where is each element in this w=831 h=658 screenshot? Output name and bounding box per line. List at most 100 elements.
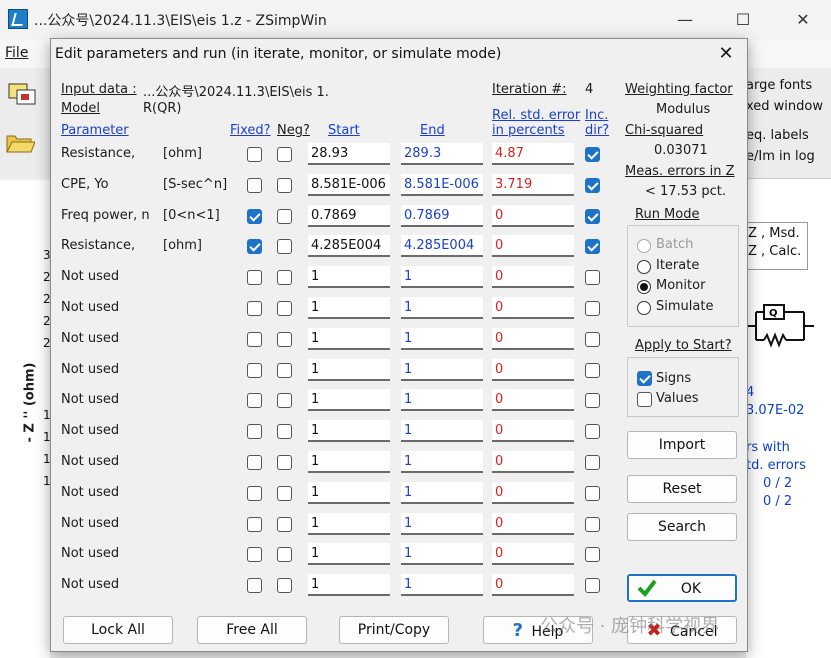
start-value-input[interactable]: 1 xyxy=(308,512,390,535)
neg-checkbox[interactable] xyxy=(277,516,292,532)
open-folder-icon[interactable] xyxy=(5,130,35,156)
inc-dir-checkbox[interactable] xyxy=(585,455,600,470)
fixed-checkbox[interactable] xyxy=(247,424,262,440)
start-value-input[interactable]: 1 xyxy=(308,266,390,289)
fixed-checkbox[interactable] xyxy=(247,301,262,316)
re-im-log-option[interactable]: e/Im in log xyxy=(746,149,815,164)
fixed-checkbox[interactable] xyxy=(247,547,262,563)
end-value-input[interactable]: 0.7869 xyxy=(401,204,483,227)
end-value-input[interactable]: 1 xyxy=(401,481,483,504)
start-value-input[interactable]: 1 xyxy=(308,574,390,597)
neg-checkbox[interactable] xyxy=(277,239,292,255)
start-value-input[interactable]: 4.285E004 xyxy=(308,235,390,258)
start-value-input[interactable]: 1 xyxy=(308,543,390,566)
inc-dir-checkbox[interactable] xyxy=(585,177,600,193)
start-value-input[interactable]: 1 xyxy=(308,451,390,473)
apply-signs-label[interactable]: Signs xyxy=(656,371,691,386)
neg-checkbox[interactable] xyxy=(277,547,292,563)
end-value-input[interactable]: 1 xyxy=(401,266,483,289)
run-mode-iterate-radio[interactable] xyxy=(637,260,651,274)
neg-checkbox[interactable] xyxy=(277,270,292,286)
start-value-input[interactable]: 28.93 xyxy=(308,143,390,165)
inc-dir-checkbox[interactable] xyxy=(585,331,600,347)
fixed-checkbox[interactable] xyxy=(247,393,262,409)
inc-dir-checkbox[interactable] xyxy=(585,393,600,409)
dialog-close-icon[interactable]: ✕ xyxy=(715,43,737,65)
fixed-window-option[interactable]: xed window xyxy=(746,99,823,114)
end-value-input[interactable]: 1 xyxy=(401,327,483,350)
start-value-input[interactable]: 1 xyxy=(308,297,390,319)
apply-values-checkbox[interactable] xyxy=(637,392,652,407)
end-value-input[interactable]: 1 xyxy=(401,358,483,381)
end-value-input[interactable]: 1 xyxy=(401,543,483,566)
run-mode-monitor-radio[interactable] xyxy=(637,280,651,294)
fixed-checkbox[interactable] xyxy=(247,147,262,162)
end-value-input[interactable]: 8.581E-006 xyxy=(401,173,483,196)
free-all-button[interactable]: Free All xyxy=(197,616,307,644)
end-value-input[interactable]: 1 xyxy=(401,451,483,473)
apply-signs-checkbox[interactable] xyxy=(637,371,652,386)
run-mode-monitor-label[interactable]: Monitor xyxy=(656,278,705,293)
neg-checkbox[interactable] xyxy=(277,301,292,316)
weighting-factor-value[interactable]: Modulus xyxy=(656,102,710,117)
end-value-input[interactable]: 1 xyxy=(401,420,483,443)
neg-checkbox[interactable] xyxy=(277,393,292,409)
end-value-input[interactable]: 1 xyxy=(401,297,483,319)
inc-dir-checkbox[interactable] xyxy=(585,516,600,532)
start-value-input[interactable]: 1 xyxy=(308,327,390,350)
inc-dir-checkbox[interactable] xyxy=(585,578,600,594)
fixed-checkbox[interactable] xyxy=(247,208,262,224)
fixed-checkbox[interactable] xyxy=(247,578,262,594)
fixed-checkbox[interactable] xyxy=(247,362,262,378)
neg-checkbox[interactable] xyxy=(277,578,292,594)
start-value-input[interactable]: 1 xyxy=(308,389,390,412)
apply-values-label[interactable]: Values xyxy=(656,391,698,406)
inc-dir-checkbox[interactable] xyxy=(585,424,600,440)
inc-dir-checkbox[interactable] xyxy=(585,239,600,255)
import-button[interactable]: Import xyxy=(627,431,737,459)
start-value-input[interactable]: 1 xyxy=(308,358,390,381)
end-value-input[interactable]: 4.285E004 xyxy=(401,235,483,258)
inc-dir-checkbox[interactable] xyxy=(585,362,600,378)
inc-dir-checkbox[interactable] xyxy=(585,147,600,162)
import-data-icon[interactable] xyxy=(7,80,37,106)
fixed-checkbox[interactable] xyxy=(247,239,262,255)
end-value-input[interactable]: 1 xyxy=(401,574,483,597)
neg-checkbox[interactable] xyxy=(277,424,292,440)
neg-checkbox[interactable] xyxy=(277,331,292,347)
freq-labels-option[interactable]: eq. labels xyxy=(746,128,809,143)
menu-file[interactable]: File xyxy=(5,45,28,61)
lock-all-button[interactable]: Lock All xyxy=(63,616,173,644)
start-value-input[interactable]: 0.7869 xyxy=(308,204,390,227)
fixed-checkbox[interactable] xyxy=(247,331,262,347)
reset-button[interactable]: Reset xyxy=(627,475,737,503)
inc-dir-checkbox[interactable] xyxy=(585,547,600,563)
inc-dir-checkbox[interactable] xyxy=(585,301,600,316)
minimize-icon[interactable]: — xyxy=(670,8,700,32)
fixed-checkbox[interactable] xyxy=(247,270,262,286)
run-mode-simulate-radio[interactable] xyxy=(637,301,651,315)
maximize-icon[interactable]: ☐ xyxy=(728,8,758,32)
run-mode-iterate-label[interactable]: Iterate xyxy=(656,258,699,273)
fixed-checkbox[interactable] xyxy=(247,516,262,532)
neg-checkbox[interactable] xyxy=(277,485,292,501)
start-value-input[interactable]: 1 xyxy=(308,420,390,443)
end-value-input[interactable]: 1 xyxy=(401,512,483,535)
neg-checkbox[interactable] xyxy=(277,455,292,470)
ok-button[interactable]: OK xyxy=(627,574,737,602)
inc-dir-checkbox[interactable] xyxy=(585,208,600,224)
inc-dir-checkbox[interactable] xyxy=(585,270,600,286)
fixed-checkbox[interactable] xyxy=(247,455,262,470)
window-close-icon[interactable]: ✕ xyxy=(788,8,818,32)
start-value-input[interactable]: 8.581E-006 xyxy=(308,173,390,196)
run-mode-simulate-label[interactable]: Simulate xyxy=(656,299,713,314)
neg-checkbox[interactable] xyxy=(277,362,292,378)
neg-checkbox[interactable] xyxy=(277,177,292,193)
fixed-checkbox[interactable] xyxy=(247,485,262,501)
large-fonts-option[interactable]: arge fonts xyxy=(746,78,812,93)
search-button[interactable]: Search xyxy=(627,513,737,541)
end-value-input[interactable]: 1 xyxy=(401,389,483,412)
neg-checkbox[interactable] xyxy=(277,147,292,162)
neg-checkbox[interactable] xyxy=(277,208,292,224)
fixed-checkbox[interactable] xyxy=(247,177,262,193)
